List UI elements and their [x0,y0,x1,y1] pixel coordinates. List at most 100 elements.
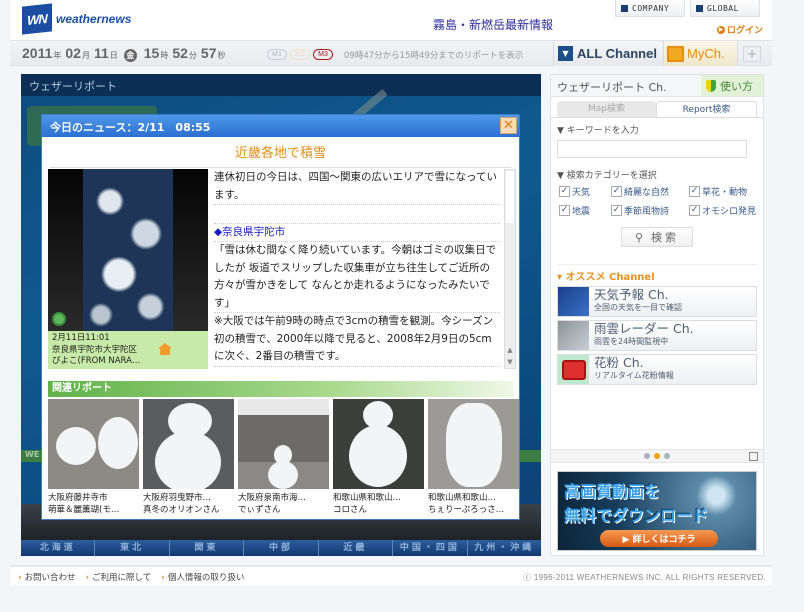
article-paragraph: 「雪は休む間なく降り続いています。今朝はゴミの収集日でしたが 坂道でスリップした… [214,242,500,313]
report-photo-card[interactable]: 2月11日11:01 奈良県宇陀市大宇陀区 ぴよこ(FROM NARA… [48,169,208,369]
weathernews-logo[interactable]: WN weathernews [22,3,132,35]
related-report-thumbnail[interactable] [143,399,234,489]
weekday-badge: 金 [123,49,137,62]
checkbox-checked-icon[interactable]: ✓ [611,205,622,216]
snowman-head [56,427,96,465]
map-title: ウェザーリポート [21,74,541,96]
related-report-item[interactable]: 大阪府泉南市海… でぃずさん [238,399,329,516]
banner-details-button[interactable]: ▶ 詳しくはコチラ [600,530,718,547]
region-tab-tohoku[interactable]: 東北 [95,540,170,556]
mode-m2-button[interactable]: M2 [290,49,310,60]
article-text: 連休初日の今日は、四国〜関東の広いエリアで雪になっています。 ◆奈良県宇陀市 「… [214,169,500,369]
news-popup: 今日のニュース：2/11 08:55 ✕ 近畿各地で積雪 2月11日11:01 … [41,114,520,520]
year-unit: 年 [53,51,62,60]
related-report-thumbnail[interactable] [333,399,424,489]
channel-subtitle: 全国の天気を一目で確認 [594,303,682,312]
snowman-body [446,403,502,487]
related-report-thumbnail[interactable] [238,399,329,489]
category-flora-fauna[interactable]: ✓ 草花・動物 [689,185,769,198]
region-tab-kanto[interactable]: 関東 [170,540,245,556]
kirishima-news-link[interactable]: 霧島・新燃岳最新情報 [433,16,553,33]
checkbox-checked-icon[interactable]: ✓ [689,186,700,197]
region-tab-kyushu-okinawa[interactable]: 九州・沖縄 [468,540,541,556]
related-report-author: ちぇりーぷろっさ… [428,505,505,515]
date-bar: 2011 年 02 月 11 日 金 15 時 52 分 57 秒 M1 M2 M3 09時… [10,40,772,66]
checkbox-checked-icon[interactable]: ✓ [611,186,622,197]
scroll-down-icon[interactable]: ▼ [506,358,514,366]
year: 2011 [22,45,53,61]
article-paragraph: ※大阪では午前9時の時点で3cmの積雪を観測。今シーズン初の積雪で、2000年以… [214,313,500,367]
panel-title: ウェザーリポート Ch. [551,75,701,96]
related-report-item[interactable]: 和歌山県和歌山… ちぇりーぷろっさ… [428,399,519,516]
category-seasonal[interactable]: ✓ 季節風物詩 [611,204,689,217]
tab-map-search[interactable]: Map検索 [557,101,656,117]
login-link[interactable]: ▶ ログイン [717,23,763,36]
all-channel-button[interactable]: ▼ ALL Channel [553,41,663,66]
related-report-thumbnail[interactable] [48,399,139,489]
popup-header-text: 今日のニュース：2/11 08:55 [50,121,211,134]
add-channel-button[interactable]: + [743,46,761,62]
category-label-text: 季節風物詩 [624,207,670,217]
close-icon[interactable]: ✕ [500,117,517,134]
footer-link-contact[interactable]: お問い合わせ [18,571,76,583]
pager-dot[interactable] [644,453,650,459]
related-report-caption: 大阪府泉南市海… でぃずさん [238,492,329,516]
related-report-thumbnail[interactable] [428,399,519,489]
footer-link-terms[interactable]: ご利用に際して [86,571,151,583]
region-tab-kinki[interactable]: 近畿 [319,540,394,556]
expand-icon[interactable] [749,452,758,461]
scroll-up-icon[interactable]: ▲ [506,346,514,354]
pager-dot-active[interactable] [654,453,660,459]
mode-m1-button[interactable]: M1 [267,49,287,60]
my-channel-button[interactable]: MyCh. [663,41,738,66]
scrollbar-thumb[interactable] [506,171,514,223]
checkbox-checked-icon[interactable]: ✓ [689,205,700,216]
mode-m3-button[interactable]: M3 [313,49,333,60]
channel-pollen[interactable]: 花粉 Ch. リアルタイム花粉情報 [557,354,757,385]
channel-forecast[interactable]: 天気予報 Ch. 全国の天気を一目で確認 [557,286,757,317]
popup-header: 今日のニュース：2/11 08:55 ✕ [42,115,519,137]
radar-map-icon [558,321,589,350]
checkbox-checked-icon[interactable]: ✓ [559,186,570,197]
global-button[interactable]: GLOBAL [690,0,760,17]
howto-button[interactable]: 使い方 [701,75,763,96]
global-label: GLOBAL [707,3,739,13]
region-tab-hokkaido[interactable]: 北海道 [21,540,96,556]
category-label-text: 天気 [572,188,591,198]
snowman-body [349,425,407,487]
photo-location: 奈良県宇陀市大宇陀区 [52,344,138,355]
company-button[interactable]: COMPANY [615,0,685,17]
region-tab-chubu[interactable]: 中部 [244,540,319,556]
magnify-icon[interactable] [52,312,66,326]
tab-report-search[interactable]: Report検索 [656,101,757,117]
related-report-item[interactable]: 和歌山県和歌山… コロさん [333,399,424,516]
related-report-item[interactable]: 大阪府羽曳野市… 真冬のオリオンさん [143,399,234,516]
keyword-input[interactable] [557,140,747,158]
report-search-form: ▼ キーワードを入力 ▼ 検索カテゴリーを選択 ✓ 天気 ✓ 綺麗な自然 ✓ 草花・動… [551,117,763,250]
article-blank-line [214,205,500,224]
news-article: 2月11日11:01 奈良県宇陀市大宇陀区 ぴよこ(FROM NARA… 連休初… [48,169,516,369]
snowman-body [268,461,298,489]
category-earthquake[interactable]: ✓ 地震 [559,204,611,217]
video-download-banner[interactable]: 高画質動画を 無料でダウンロード ▶ 詳しくはコチラ [557,471,757,551]
logo-text: weathernews [56,12,132,26]
search-button[interactable]: ⚲ 検索 [621,227,693,247]
channel-rain-radar[interactable]: 雨雲レーダー Ch. 雨雲を24時間監視中 [557,320,757,351]
related-report-location: 和歌山県和歌山… [333,493,402,503]
category-nature[interactable]: ✓ 綺麗な自然 [611,185,689,198]
checkbox-checked-icon[interactable]: ✓ [559,205,570,216]
article-scrollbar[interactable]: ▲ ▼ [504,169,516,369]
report-photo[interactable] [48,169,208,331]
photo-author[interactable]: ぴよこ(FROM NARA… [52,356,204,368]
channel-subtitle: リアルタイム花粉情報 [594,371,674,380]
related-report-item[interactable]: 大阪府藤井寺市 萌華＆麗薫瑚(モ… [48,399,139,516]
beginner-mark-icon [706,79,716,92]
all-channel-label: ALL Channel [577,46,657,61]
footer-link-privacy[interactable]: 個人情報の取り扱い [161,571,245,583]
category-weather[interactable]: ✓ 天気 [559,185,611,198]
region-tab-chugoku-shikoku[interactable]: 中国・四国 [393,540,468,556]
company-label: COMPANY [632,3,670,13]
channel-title: 雨雲レーダー Ch. [594,321,694,336]
category-fun-finds[interactable]: ✓ オモシロ発見 [689,204,769,217]
pager-dot[interactable] [664,453,670,459]
